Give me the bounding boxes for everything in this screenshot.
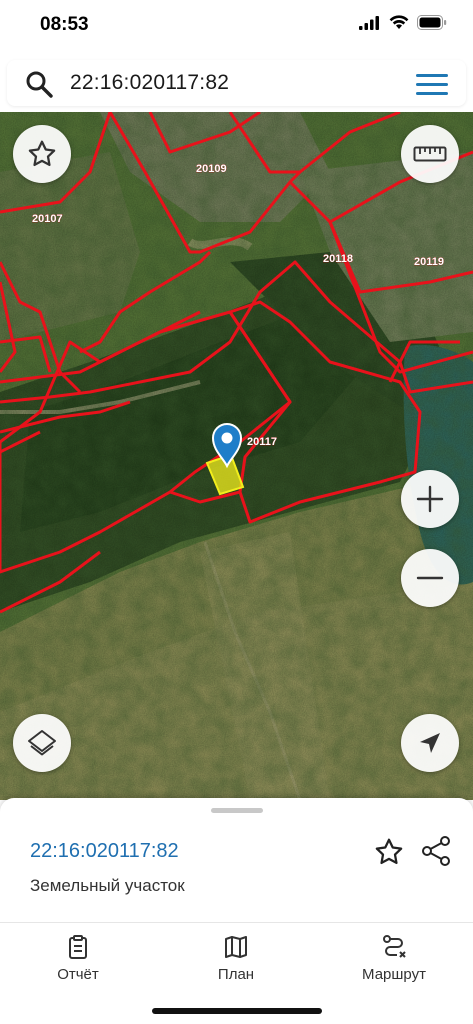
cellular-signal-icon: [359, 15, 379, 30]
divider: [0, 922, 473, 923]
minus-icon: [416, 576, 444, 580]
parcel-label-20119[interactable]: 20119: [414, 256, 444, 268]
share-icon[interactable]: [420, 835, 452, 867]
star-icon[interactable]: [373, 836, 405, 868]
parcel-label-20118[interactable]: 20118: [323, 253, 353, 265]
hamburger-menu-icon[interactable]: [416, 74, 448, 96]
search-bar: 22:16:020117:82: [0, 52, 473, 112]
zoom-out-button[interactable]: [401, 549, 459, 607]
map-fold-icon: [225, 936, 247, 958]
sheet-drag-handle[interactable]: [211, 808, 263, 813]
parcel-label-20109[interactable]: 20109: [196, 163, 227, 175]
search-icon[interactable]: [25, 70, 53, 98]
parcel-label-20117[interactable]: 20117: [247, 436, 277, 448]
navigation-arrow-icon: [420, 733, 440, 753]
zoom-in-button[interactable]: [401, 470, 459, 528]
tab-plan-label: План: [217, 966, 255, 983]
tab-report[interactable]: Отчёт: [18, 934, 138, 988]
tab-report-label: Отчёт: [57, 966, 99, 983]
parcel-info-sheet[interactable]: 22:16:020117:82 Земельный участок Отчёт …: [0, 798, 473, 1024]
status-bar: 08:53: [0, 0, 473, 52]
status-time: 08:53: [40, 14, 89, 35]
star-icon: [28, 140, 56, 167]
tab-route-label: Маршрут: [362, 966, 426, 983]
route-icon: [383, 935, 406, 958]
layers-icon: [28, 730, 56, 756]
ruler-icon: [413, 146, 447, 162]
parcel-label-20107[interactable]: 20107: [32, 213, 63, 225]
home-indicator[interactable]: [152, 1008, 322, 1014]
locate-me-button[interactable]: [401, 714, 459, 772]
tab-plan[interactable]: План: [176, 934, 296, 988]
favorite-map-button[interactable]: [13, 125, 71, 183]
map-view[interactable]: 20109 20107 20118 20119 20117: [0, 112, 473, 800]
plus-icon: [416, 485, 444, 513]
layers-button[interactable]: [13, 714, 71, 772]
clipboard-icon: [69, 935, 87, 959]
parcel-cadastral-number[interactable]: 22:16:020117:82: [30, 840, 179, 863]
satellite-map[interactable]: 20109 20107 20118 20119 20117: [0, 112, 473, 800]
ruler-button[interactable]: [401, 125, 459, 183]
parcel-type: Земельный участок: [30, 876, 185, 895]
battery-icon: [417, 15, 447, 30]
tab-route[interactable]: Маршрут: [334, 934, 454, 988]
wifi-icon: [389, 15, 409, 29]
status-icons: [359, 15, 447, 30]
search-query[interactable]: 22:16:020117:82: [70, 71, 229, 95]
search-field[interactable]: 22:16:020117:82: [7, 60, 466, 106]
